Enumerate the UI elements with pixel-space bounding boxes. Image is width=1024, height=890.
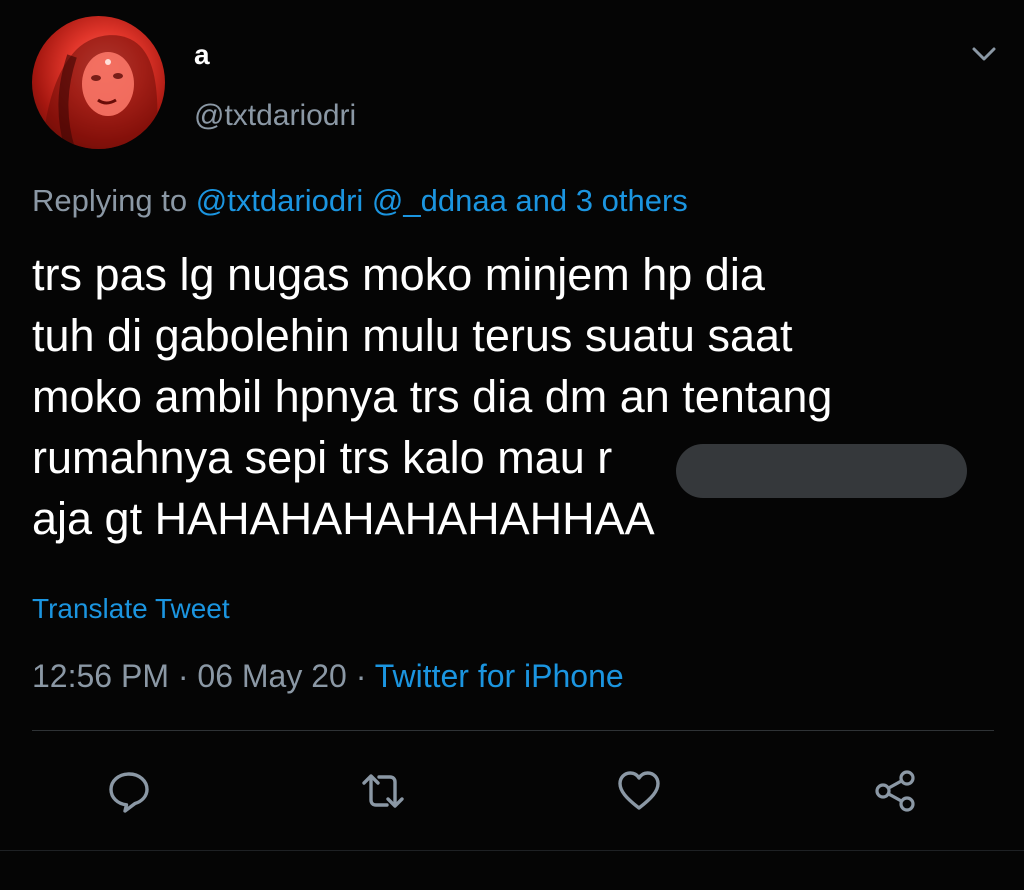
tweet-text-line: tuh di gabolehin mulu terus suatu saat — [32, 310, 793, 361]
replying-to: Replying to @txtdariodri @_ddnaa and 3 o… — [32, 182, 688, 220]
reply-button[interactable] — [106, 768, 152, 814]
replying-to-label: Replying to — [32, 183, 188, 218]
avatar-photo — [42, 35, 158, 149]
tweet-card: a @txtdariodri Replying to @txtdariodri … — [0, 0, 1024, 890]
tweet-source-link[interactable]: Twitter for iPhone — [375, 658, 624, 694]
redaction-block — [676, 444, 967, 498]
meta-separator: · — [168, 658, 198, 694]
share-button[interactable] — [872, 768, 918, 814]
divider — [0, 850, 1024, 851]
tweet-text: trs pas lg nugas moko minjem hp dia tuh … — [32, 244, 992, 549]
translate-tweet-link[interactable]: Translate Tweet — [32, 592, 230, 626]
meta-separator: · — [346, 658, 375, 694]
tweet-meta: 12:56 PM · 06 May 20 · Twitter for iPhon… — [32, 656, 624, 696]
reply-mentions[interactable]: @txtdariodri @_ddnaa and 3 others — [196, 183, 688, 218]
divider — [32, 730, 994, 731]
tweet-date: 06 May 20 — [197, 658, 347, 694]
display-name[interactable]: a — [194, 38, 210, 72]
avatar[interactable] — [32, 16, 165, 149]
retweet-icon — [362, 774, 404, 808]
heart-icon — [618, 771, 660, 810]
tweet-text-line: trs pas lg nugas moko minjem hp dia — [32, 249, 765, 300]
tweet-text-line: moko ambil hpnya trs dia dm an tentang — [32, 371, 833, 422]
tweet-time: 12:56 PM — [32, 658, 169, 694]
share-icon — [875, 770, 915, 812]
comment-icon — [109, 772, 149, 813]
like-button[interactable] — [616, 768, 662, 814]
chevron-down-icon[interactable] — [968, 38, 1000, 70]
user-handle[interactable]: @txtdariodri — [194, 98, 356, 134]
retweet-button[interactable] — [360, 768, 406, 814]
